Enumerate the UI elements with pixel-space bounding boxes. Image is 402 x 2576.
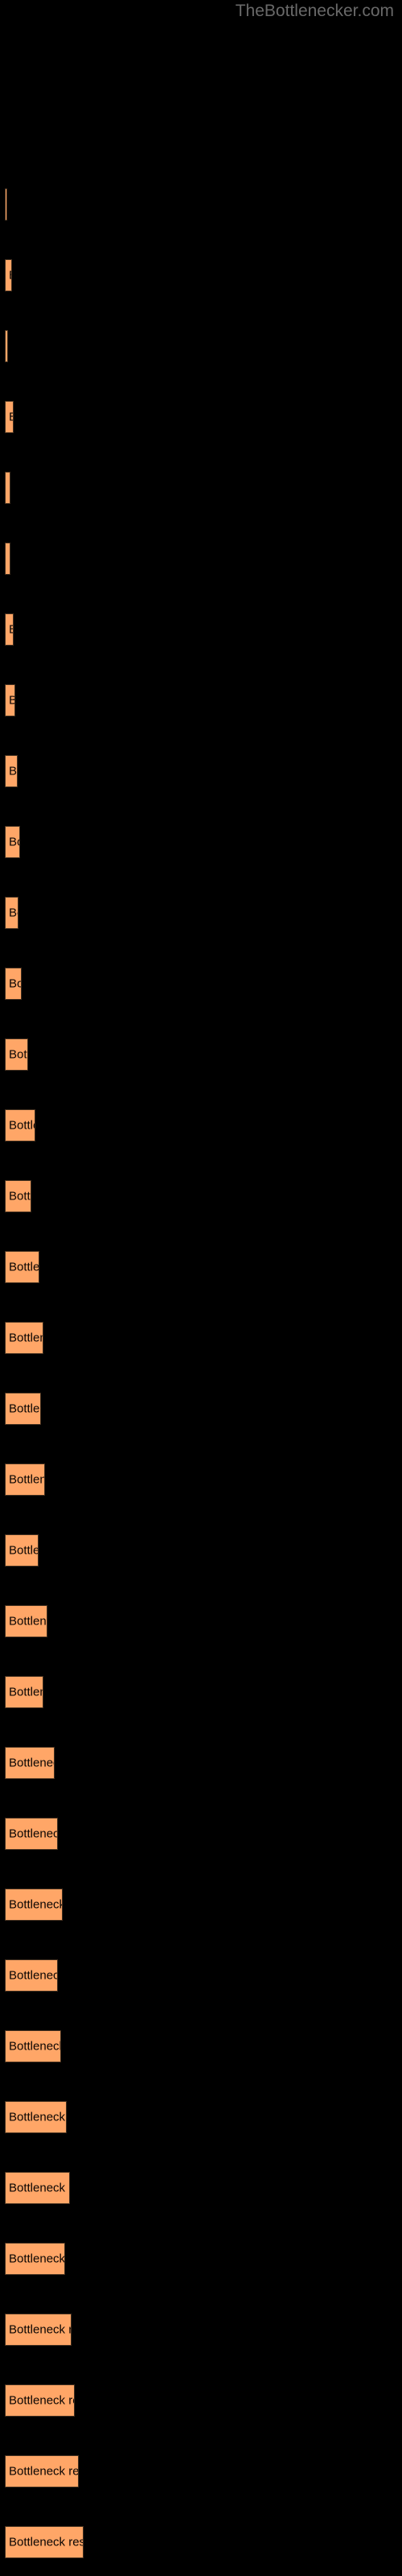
bar-label: Bottleneck result (9, 1260, 39, 1274)
bar: Bottleneck result (5, 1676, 43, 1708)
bar: Bottleneck result (5, 330, 8, 362)
bar-label: Bottleneck result (9, 2110, 66, 2124)
bar: Bottleneck result (5, 968, 22, 1000)
bar: Bottleneck result (5, 1747, 55, 1779)
bar-label: Bottleneck result (9, 1047, 27, 1062)
bar: Bottleneck result (5, 401, 14, 433)
bar-label: Bottleneck result (9, 1827, 57, 1841)
bar-label: Bottleneck result (9, 1685, 43, 1699)
bar-label: Bottleneck result (9, 2464, 79, 2479)
bar: Bottleneck result (5, 2172, 70, 2204)
bar: Bottleneck result (5, 755, 18, 787)
bar-label: Bottleneck result (9, 976, 21, 991)
bar-label: Bottleneck result (9, 552, 10, 566)
chart-page: TheBottlenecker.com Bottleneck resultBot… (0, 0, 402, 2576)
bar-label: Bottleneck result (9, 1331, 43, 1345)
bar-label: Bottleneck result (9, 2322, 71, 2337)
bar-label: Bottleneck result (9, 411, 13, 424)
bar: Bottleneck result (5, 1534, 39, 1567)
bar-label: Bottleneck result (9, 835, 19, 849)
bar-label: Bottleneck result (9, 2039, 61, 2054)
bar: Bottleneck result (5, 1109, 35, 1141)
bar-label: Bottleneck result (9, 764, 18, 778)
bar-label: Bottleneck result (9, 2393, 74, 2408)
bar-label: Bottleneck result (9, 2181, 69, 2195)
bar: Bottleneck result (5, 2101, 67, 2133)
bar: Bottleneck result (5, 2030, 61, 2062)
bar: Bottleneck result (5, 1038, 28, 1071)
bar-label: Bottleneck result (9, 906, 18, 920)
bar-label: Bottleneck result (9, 1189, 31, 1203)
bar: Bottleneck result (5, 1251, 39, 1283)
bar-label: Bottleneck result (9, 1402, 40, 1416)
bar-chart: Bottleneck result Bottleneck result Bottle… (0, 0, 402, 2576)
bar-label: Bottleneck result (9, 1756, 54, 1770)
bar: Bottleneck result (5, 684, 15, 716)
bar: Bottleneck result (5, 188, 7, 221)
bar: Bottleneck result (5, 2526, 84, 2558)
bar: Bottleneck result (5, 2455, 79, 2487)
bar-label: Bottleneck result (9, 269, 11, 283)
bar: Bottleneck result (5, 2314, 72, 2346)
bar-label: Bottleneck result (9, 1897, 63, 1912)
bar-label: Bottleneck result (9, 1614, 47, 1629)
bar-label: Bottleneck result (9, 1968, 57, 1983)
bar: Bottleneck result (5, 1322, 43, 1354)
bar: Bottleneck result (5, 543, 10, 575)
bar-label: Bottleneck result (9, 623, 13, 637)
bar: Bottleneck result (5, 2384, 75, 2417)
bar: Bottleneck result (5, 1605, 47, 1637)
bar: Bottleneck result (5, 1959, 58, 1992)
bar: Bottleneck result (5, 1393, 41, 1425)
bar: Bottleneck result (5, 1463, 45, 1496)
bar-label: Bottleneck result (9, 694, 14, 708)
bar: Bottleneck result (5, 472, 10, 504)
bar: Bottleneck result (5, 826, 20, 858)
bar-label: Bottleneck result (9, 2535, 84, 2549)
bar-label: Bottleneck result (9, 481, 10, 495)
bar: Bottleneck result (5, 2243, 65, 2275)
bar: Bottleneck result (5, 897, 18, 929)
bar: Bottleneck result (5, 613, 14, 646)
bar: Bottleneck result (5, 1180, 31, 1212)
bar: Bottleneck result (5, 259, 12, 291)
bar: Bottleneck result (5, 1889, 63, 1921)
bar-label: Bottleneck result (9, 1118, 35, 1133)
bar-label: Bottleneck result (9, 2252, 65, 2266)
bar-label: Bottleneck result (9, 1543, 38, 1558)
bar: Bottleneck result (5, 1818, 58, 1850)
bar-label: Bottleneck result (9, 1472, 44, 1487)
